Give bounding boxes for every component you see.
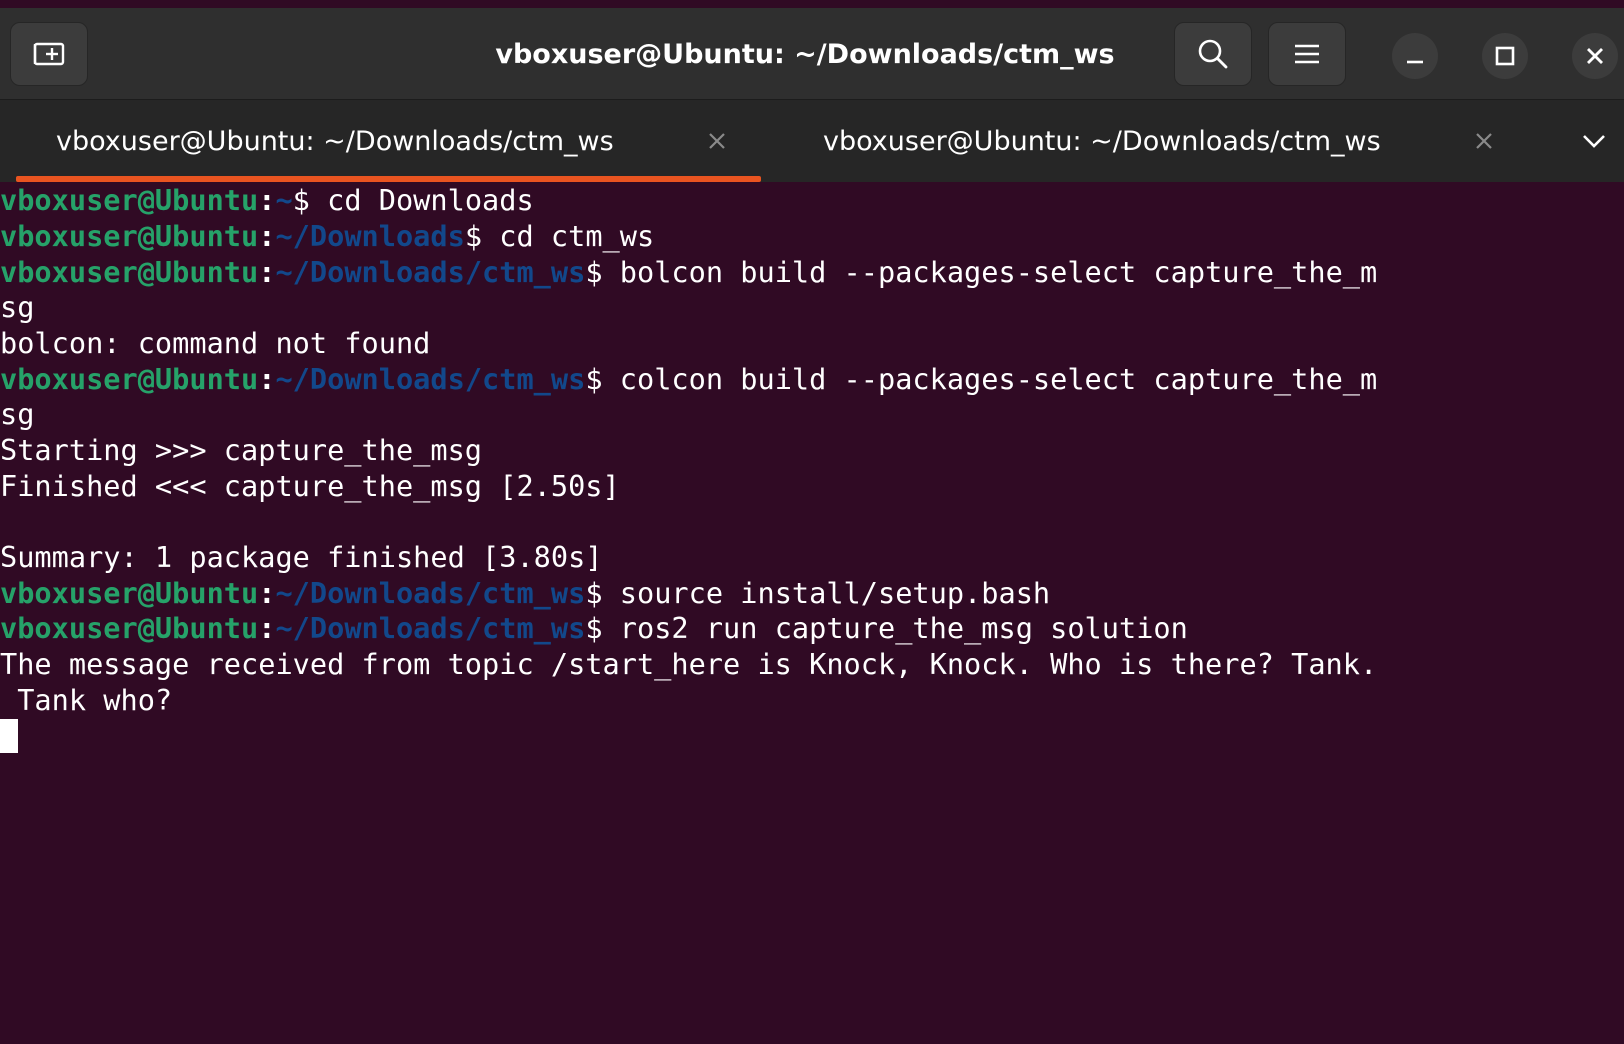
tab-2-close-button[interactable] <box>1470 127 1498 155</box>
terminal-window: vboxuser@Ubuntu: ~/Downloads/ctm_ws vbox… <box>0 0 1624 1044</box>
window-title: vboxuser@Ubuntu: ~/Downloads/ctm_ws <box>495 38 1115 70</box>
close-window-button[interactable] <box>1572 33 1618 79</box>
terminal-line: The message received from topic /start_h… <box>0 647 1378 681</box>
terminal-output[interactable]: vboxuser@Ubuntu:~$ cd Downloads vboxuser… <box>0 182 1624 1044</box>
search-button[interactable] <box>1174 22 1252 86</box>
chevron-down-icon <box>1583 135 1605 148</box>
maximize-button[interactable] <box>1482 33 1528 79</box>
minimize-icon <box>1407 60 1423 64</box>
terminal-line: vboxuser@Ubuntu:~/Downloads/ctm_ws$ bolc… <box>0 255 1378 289</box>
terminal-line: Finished <<< capture_the_msg [2.50s] <box>0 469 620 503</box>
terminal-line: vboxuser@Ubuntu:~/Downloads$ cd ctm_ws <box>0 219 655 253</box>
menu-button[interactable] <box>1268 22 1346 86</box>
tab-list-dropdown-button[interactable] <box>1576 126 1612 156</box>
hamburger-menu-icon <box>1295 44 1319 64</box>
terminal-line: vboxuser@Ubuntu:~/Downloads/ctm_ws$ ros2… <box>0 611 1188 645</box>
new-tab-icon <box>33 42 65 66</box>
terminal-line: bolcon: command not found <box>0 326 431 360</box>
terminal-line: vboxuser@Ubuntu:~/Downloads/ctm_ws$ sour… <box>0 576 1051 610</box>
maximize-icon <box>1495 46 1515 66</box>
tab-2-label: vboxuser@Ubuntu: ~/Downloads/ctm_ws <box>823 125 1381 157</box>
terminal-line: sg <box>0 397 35 431</box>
terminal-line: vboxuser@Ubuntu:~$ cd Downloads <box>0 183 534 217</box>
terminal-line: Tank who? <box>0 683 173 717</box>
tab-bar: vboxuser@Ubuntu: ~/Downloads/ctm_ws vbox… <box>0 100 1624 182</box>
tab-2[interactable]: vboxuser@Ubuntu: ~/Downloads/ctm_ws <box>823 100 1381 182</box>
close-icon <box>709 133 725 149</box>
tab-1-close-button[interactable] <box>703 127 731 155</box>
close-icon <box>1476 133 1492 149</box>
terminal-line: vboxuser@Ubuntu:~/Downloads/ctm_ws$ colc… <box>0 362 1378 396</box>
header-bar: vboxuser@Ubuntu: ~/Downloads/ctm_ws <box>0 8 1624 100</box>
terminal-line: Starting >>> capture_the_msg <box>0 433 483 467</box>
terminal-line: sg <box>0 290 35 324</box>
terminal-line: Summary: 1 package finished [3.80s] <box>0 540 603 574</box>
terminal-cursor <box>0 719 18 753</box>
search-icon <box>1198 39 1228 69</box>
minimize-button[interactable] <box>1392 33 1438 79</box>
tab-1-label: vboxuser@Ubuntu: ~/Downloads/ctm_ws <box>56 125 614 157</box>
new-tab-button[interactable] <box>10 22 88 86</box>
tab-1[interactable]: vboxuser@Ubuntu: ~/Downloads/ctm_ws <box>56 100 614 182</box>
close-icon <box>1587 48 1603 64</box>
